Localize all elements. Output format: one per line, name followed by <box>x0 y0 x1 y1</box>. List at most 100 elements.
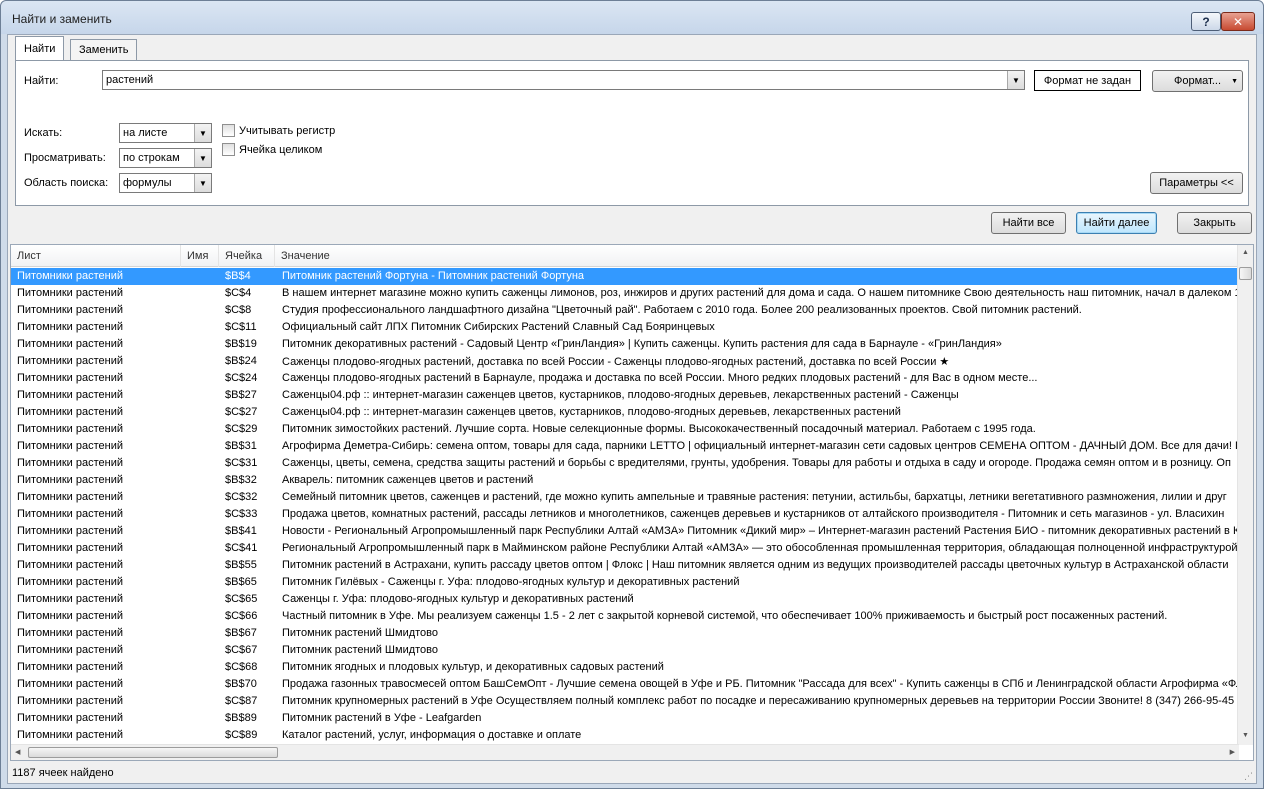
cell-address: $B$4 <box>225 270 251 282</box>
cell-sheet: Питомники растений <box>17 389 124 401</box>
results-header: Лист Имя Ячейка Значение <box>11 245 1239 267</box>
cell-address: $B$65 <box>225 576 257 588</box>
results-list[interactable]: Лист Имя Ячейка Значение Питомники расте… <box>10 244 1254 761</box>
find-all-button[interactable]: Найти все <box>991 212 1066 234</box>
table-row[interactable]: Питомники растений $B$31 Агрофирма Деметра… <box>11 438 1239 455</box>
cell-address: $C$29 <box>225 423 258 435</box>
tab-replace[interactable]: Заменить <box>70 39 138 60</box>
table-row[interactable]: Питомники растений $C$8 Студия профессиона… <box>11 302 1239 319</box>
options-toggle-button[interactable]: Параметры << <box>1150 172 1243 194</box>
table-row[interactable]: Питомники растений $B$67 Питомник растений… <box>11 625 1239 642</box>
cell-value: Питомник зимостойких растений. Лучшие со… <box>282 423 1036 435</box>
scroll-down-icon[interactable]: ▼ <box>1242 732 1249 739</box>
cell-value: Новости - Региональный Агропромышленный … <box>282 525 1239 537</box>
table-row[interactable]: Питомники растений $C$32 Семейный питомник… <box>11 489 1239 506</box>
table-row[interactable]: Питомники растений $B$27 Саженцы04.рф :: и… <box>11 387 1239 404</box>
cell-sheet: Питомники растений <box>17 542 124 554</box>
tab-find[interactable]: Найти <box>15 36 65 60</box>
results-rows: Питомники растений $B$4 Питомник растений … <box>11 268 1239 745</box>
cell-address: $B$19 <box>225 338 257 350</box>
cell-value: Саженцы плодово-ягодных растений в Барна… <box>282 372 1038 384</box>
table-row[interactable]: Питомники растений $C$68 Питомник ягодных … <box>11 659 1239 676</box>
table-row[interactable]: Питомники растений $B$19 Питомник декорати… <box>11 336 1239 353</box>
close-button[interactable]: Закрыть <box>1177 212 1252 234</box>
whole-cell-checkbox[interactable]: Ячейка целиком <box>222 143 322 156</box>
cell-sheet: Питомники растений <box>17 338 124 350</box>
table-row[interactable]: Питомники растений $C$4 В нашем интернет м… <box>11 285 1239 302</box>
format-button[interactable]: Формат... ▼ <box>1152 70 1243 92</box>
table-row[interactable]: Питомники растений $B$89 Питомник растений… <box>11 710 1239 727</box>
cell-address: $B$41 <box>225 525 257 537</box>
table-row[interactable]: Питомники растений $B$55 Питомник растений… <box>11 557 1239 574</box>
cell-sheet: Питомники растений <box>17 304 124 316</box>
find-input-value: растений <box>106 74 154 86</box>
table-row[interactable]: Питомники растений $B$24 Саженцы плодово-я… <box>11 353 1239 370</box>
search-in-value: на листе <box>123 127 168 139</box>
search-by-select[interactable]: по строкам ▼ <box>119 148 212 168</box>
cell-address: $B$27 <box>225 389 257 401</box>
find-next-button[interactable]: Найти далее <box>1076 212 1157 234</box>
scroll-right-icon[interactable]: ▶ <box>1230 748 1235 756</box>
find-input[interactable]: растений ▼ <box>102 70 1025 90</box>
search-in-label: Искать: <box>24 127 63 139</box>
table-row[interactable]: Питомники растений $B$4 Питомник растений … <box>11 268 1239 285</box>
cell-sheet: Питомники растений <box>17 576 124 588</box>
title-bar[interactable]: Найти и заменить ? ✕ <box>1 1 1263 34</box>
cell-value: Акварель: питомник саженцев цветов и рас… <box>282 474 534 486</box>
table-row[interactable]: Питомники растений $C$27 Саженцы04.рф :: и… <box>11 404 1239 421</box>
scroll-left-icon[interactable]: ◀ <box>15 748 20 756</box>
find-label: Найти: <box>24 75 59 87</box>
cell-address: $B$31 <box>225 440 257 452</box>
col-header-sheet[interactable]: Лист <box>11 245 181 267</box>
table-row[interactable]: Питомники растений $C$67 Питомник растений… <box>11 642 1239 659</box>
table-row[interactable]: Питомники растений $C$33 Продажа цветов, к… <box>11 506 1239 523</box>
search-in-select[interactable]: на листе ▼ <box>119 123 212 143</box>
close-window-button[interactable]: ✕ <box>1221 12 1255 31</box>
look-in-select[interactable]: формулы ▼ <box>119 173 212 193</box>
cell-sheet: Питомники растений <box>17 355 124 367</box>
find-history-dropdown-icon[interactable]: ▼ <box>1007 71 1024 89</box>
cell-address: $C$32 <box>225 491 258 503</box>
cell-address: $B$24 <box>225 355 257 367</box>
table-row[interactable]: Питомники растений $C$31 Саженцы, цветы, с… <box>11 455 1239 472</box>
cell-value: Питомник растений Шмидтово <box>282 627 438 639</box>
cell-value: Продажа цветов, комнатных растений, расс… <box>282 508 1225 520</box>
cell-value: Саженцы04.рф :: интернет-магазин саженце… <box>282 389 959 401</box>
table-row[interactable]: Питомники растений $C$11 Официальный сайт … <box>11 319 1239 336</box>
cell-sheet: Питомники растений <box>17 525 124 537</box>
cell-sheet: Питомники растений <box>17 508 124 520</box>
col-header-name[interactable]: Имя <box>181 245 219 267</box>
match-case-checkbox[interactable]: Учитывать регистр <box>222 124 335 137</box>
table-row[interactable]: Питомники растений $C$87 Питомник крупноме… <box>11 693 1239 710</box>
cell-value: Питомник Гилёвых - Саженцы г. Уфа: плодо… <box>282 576 740 588</box>
vertical-scrollbar[interactable]: ▲ ▼ <box>1237 245 1253 745</box>
scroll-thumb[interactable] <box>28 747 278 758</box>
cell-address: $C$41 <box>225 542 258 554</box>
format-button-label: Формат... <box>1173 75 1222 87</box>
col-header-value[interactable]: Значение <box>275 245 1239 267</box>
cell-sheet: Питомники растений <box>17 593 124 605</box>
table-row[interactable]: Питомники растений $C$41 Региональный Агро… <box>11 540 1239 557</box>
table-row[interactable]: Питомники растений $C$29 Питомник зимостой… <box>11 421 1239 438</box>
cell-address: $C$8 <box>225 304 252 316</box>
cell-address: $B$32 <box>225 474 257 486</box>
scroll-up-icon[interactable]: ▲ <box>1242 249 1249 256</box>
horizontal-scrollbar[interactable]: ◀ ▶ <box>11 744 1239 760</box>
table-row[interactable]: Питомники растений $C$89 Каталог растений,… <box>11 727 1239 744</box>
scroll-thumb[interactable] <box>1239 267 1252 280</box>
cell-value: Саженцы, цветы, семена, средства защиты … <box>282 457 1231 469</box>
status-text: 1187 ячеек найдено <box>12 767 114 779</box>
table-row[interactable]: Питомники растений $C$65 Саженцы г. Уфа: п… <box>11 591 1239 608</box>
checkbox-icon <box>222 124 235 137</box>
table-row[interactable]: Питомники растений $B$65 Питомник Гилёвых … <box>11 574 1239 591</box>
table-row[interactable]: Питомники растений $C$66 Частный питомник … <box>11 608 1239 625</box>
cell-value: Региональный Агропромышленный парк в Май… <box>282 542 1239 554</box>
cell-value: Саженцы плодово-ягодных растений, достав… <box>282 356 950 368</box>
table-row[interactable]: Питомники растений $B$41 Новости - Региона… <box>11 523 1239 540</box>
help-button[interactable]: ? <box>1191 12 1221 31</box>
table-row[interactable]: Питомники растений $B$32 Акварель: питомни… <box>11 472 1239 489</box>
resize-grip-icon[interactable]: ⋰ <box>1244 771 1254 781</box>
col-header-cell[interactable]: Ячейка <box>219 245 275 267</box>
table-row[interactable]: Питомники растений $C$24 Саженцы плодово-я… <box>11 370 1239 387</box>
table-row[interactable]: Питомники растений $B$70 Продажа газонных … <box>11 676 1239 693</box>
